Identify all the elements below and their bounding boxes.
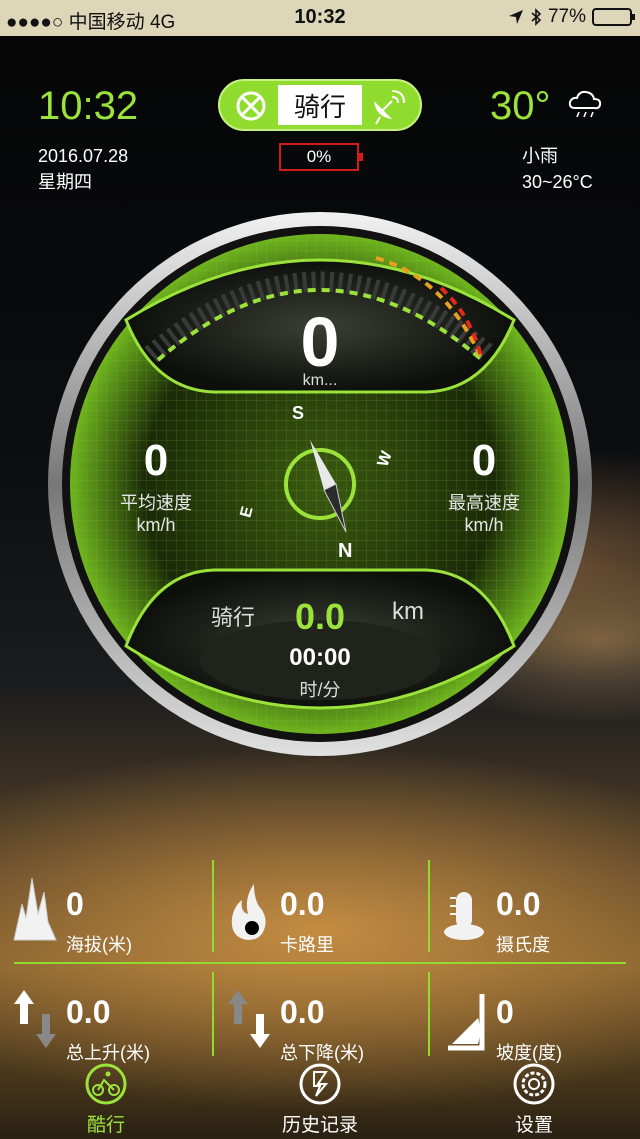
satellite-dish-icon: [374, 90, 405, 125]
tab-bar: 酷行 历史记录 设置: [0, 1056, 640, 1139]
duration-unit: 时/分: [299, 680, 341, 700]
divider: [14, 962, 626, 964]
stat-total-ascent: 0.0 总上升(米): [4, 972, 204, 1063]
avg-speed-unit: km/h: [136, 515, 176, 535]
stats-panel: 0 海拔(米) 0.0 卡路里 0.0 摄氏度 0.0 总上升(米) 0.0 总…: [0, 860, 640, 1063]
no-signal-icon: [236, 91, 266, 121]
date: 2016.07.28: [38, 146, 129, 166]
status-bar: ●●●●○ 中国移动 4G 10:32 77%: [0, 0, 640, 36]
avg-speed-label: 平均速度: [120, 493, 192, 513]
max-speed-unit: km/h: [464, 515, 504, 535]
compass-n: N: [338, 540, 352, 562]
weather-desc: 小雨: [522, 146, 558, 166]
tab-settings[interactable]: 设置: [464, 1056, 604, 1139]
compass-s: S: [292, 403, 304, 423]
max-speed-label: 最高速度: [448, 493, 520, 513]
date-block: 2016.07.28 星期四: [38, 143, 128, 195]
celsius-label: 摄氏度: [496, 935, 550, 955]
tab-ride[interactable]: 酷行: [36, 1056, 176, 1139]
weather-block: 小雨 30~26°C: [522, 143, 593, 195]
stat-calories: 0.0 卡路里: [218, 864, 418, 955]
stat-temperature: 0.0 摄氏度: [434, 864, 634, 955]
flame-icon: [231, 884, 266, 940]
duration-value: 00:00: [289, 644, 351, 671]
thermometer-icon: [444, 892, 484, 940]
distance-unit: km: [392, 598, 424, 625]
tab-settings-label: 设置: [514, 1115, 553, 1136]
slope-value: 0: [496, 994, 514, 1030]
avg-speed-value: 0: [143, 436, 169, 485]
settings-icon: [513, 1063, 555, 1105]
current-speed-unit: km...: [302, 372, 338, 389]
descent-value: 0.0: [280, 994, 325, 1030]
location-arrow-icon: [508, 10, 523, 24]
history-icon: [299, 1063, 341, 1105]
divider: [212, 972, 214, 1056]
cloud-rain-icon: [568, 90, 602, 118]
tab-history[interactable]: 历史记录: [250, 1056, 390, 1139]
calories-label: 卡路里: [280, 935, 334, 955]
altitude-label: 海拔(米): [66, 935, 132, 955]
stat-total-descent: 0.0 总下降(米): [218, 972, 418, 1063]
clock: 10:32: [38, 84, 139, 128]
ride-label: 骑行: [210, 605, 255, 630]
temperature: 30°: [490, 84, 551, 128]
stat-altitude: 0 海拔(米): [4, 864, 204, 955]
max-speed-value: 0: [471, 436, 497, 485]
max-speed-label-block: 最高速度 km/h: [428, 492, 540, 536]
bluetooth-icon: [531, 8, 542, 26]
divider: [212, 860, 214, 952]
status-right: 77%: [508, 6, 635, 28]
current-speed: 0: [300, 303, 340, 381]
tab-ride-label: 酷行: [86, 1115, 125, 1136]
battery-percent: 77%: [547, 6, 586, 27]
divider: [428, 972, 430, 1056]
celsius-value: 0.0: [496, 886, 541, 922]
distance-value: 0.0: [294, 596, 346, 637]
calories-value: 0.0: [280, 886, 325, 922]
divider: [428, 860, 430, 952]
arrow-up-icon: [14, 990, 56, 1048]
device-battery: 0%: [279, 143, 363, 171]
mode-switch[interactable]: 骑行: [218, 79, 422, 131]
weekday: 星期四: [38, 172, 92, 192]
avg-speed-label-block: 平均速度 km/h: [100, 492, 212, 536]
slope-icon: [448, 994, 485, 1051]
arrow-down-icon: [228, 990, 270, 1048]
mode-label: 骑行: [278, 85, 362, 125]
altitude-value: 0: [66, 886, 84, 922]
tab-history-label: 历史记录: [281, 1115, 358, 1136]
ascent-value: 0.0: [66, 994, 111, 1030]
bike-icon: [85, 1063, 127, 1105]
mountain-icon: [13, 877, 57, 941]
battery-icon: [592, 8, 635, 26]
stat-slope: 0 坡度(度): [434, 972, 634, 1063]
temp-range: 30~26°C: [522, 172, 593, 192]
